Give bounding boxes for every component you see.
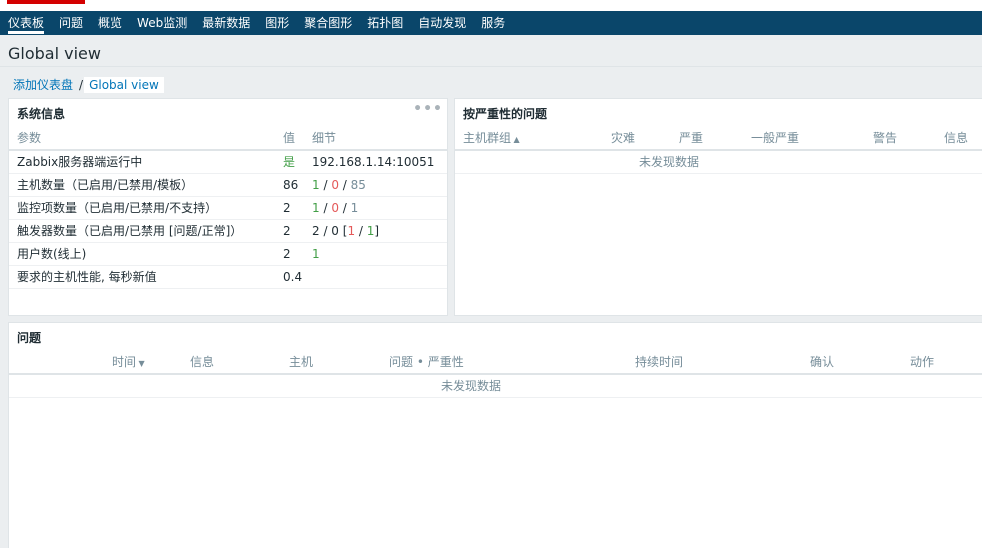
column-header-host: 主机: [289, 349, 389, 375]
row-value: 0.4: [283, 265, 312, 289]
widget-title: 按严重性的问题: [463, 107, 548, 121]
time-sort-label: 时间: [112, 355, 145, 369]
template-count: 85: [350, 177, 366, 192]
online-users-count: 1: [312, 246, 320, 261]
separator: /: [338, 200, 351, 215]
disabled-count: 0: [331, 177, 339, 192]
nav-item-latest-data[interactable]: 最新数据: [202, 11, 250, 35]
nav-item-web[interactable]: Web监测: [137, 11, 187, 35]
column-header-hostgroup[interactable]: 主机群组: [455, 125, 611, 151]
row-detail: 1: [312, 242, 447, 266]
nav-item-screens[interactable]: 聚合图形: [304, 11, 352, 35]
column-header-value: 值: [283, 125, 312, 151]
disabled-count: 0: [331, 200, 339, 215]
table-row: 要求的主机性能, 每秒新值 0.4: [9, 265, 447, 289]
widget-header: 系统信息 •••: [9, 99, 447, 125]
row-detail: [312, 265, 447, 289]
no-data-message: 未发现数据: [455, 150, 982, 174]
breadcrumb-current[interactable]: Global view: [84, 76, 164, 93]
column-header-param: 参数: [9, 125, 283, 151]
trigger-counts: 2 / 0 [: [312, 223, 348, 238]
column-header-problem: 问题 • 严重性: [389, 349, 635, 375]
column-header-info: 信息: [190, 349, 289, 375]
column-header-spacer: [9, 349, 112, 375]
row-param: Zabbix服务器端运行中: [9, 150, 283, 174]
separator: /: [319, 177, 332, 192]
table-row: 未发现数据: [9, 374, 982, 398]
row-param: 要求的主机性能, 每秒新值: [9, 265, 283, 289]
severity-table: 主机群组 灾难 严重 一般严重 警告 信息 未发现数据: [455, 125, 982, 174]
widget-title: 问题: [17, 331, 42, 345]
row-detail: 192.168.1.14:10051: [312, 150, 447, 174]
column-header-average: 一般严重: [751, 125, 873, 151]
hostgroup-sort-label: 主机群组: [463, 131, 520, 145]
row-value: 2: [283, 242, 312, 266]
row-detail: 1 / 0 / 85: [312, 173, 447, 197]
nav-item-discovery[interactable]: 自动发现: [418, 11, 466, 35]
widget-title: 系统信息: [17, 107, 66, 121]
row-value: 是: [283, 150, 312, 174]
column-header-detail: 细节: [312, 125, 447, 151]
row-param: 主机数量（已启用/已禁用/模板）: [9, 173, 283, 197]
system-info-table: 参数 值 细节 Zabbix服务器端运行中 是 192.168.1.14:100…: [9, 125, 447, 289]
unsupported-count: 1: [350, 200, 359, 215]
zabbix-logo[interactable]: [7, 0, 85, 4]
table-row: 触发器数量（已启用/已禁用 [问题/正常]） 2 2 / 0 [1 / 1]: [9, 219, 447, 243]
bracket-close: ]: [374, 223, 380, 238]
problems-by-severity-widget: 按严重性的问题 主机群组 灾难 严重 一般严重 警告 信息 未发现数据: [454, 98, 982, 316]
no-data-message: 未发现数据: [9, 374, 982, 398]
row-param: 监控项数量（已启用/已禁用/不支持）: [9, 196, 283, 220]
column-header-disaster: 灾难: [611, 125, 679, 151]
nav-item-overview[interactable]: 概览: [98, 11, 122, 35]
nav-item-dashboard[interactable]: 仪表板: [8, 11, 45, 35]
problems-table: 时间 信息 主机 问题 • 严重性 持续时间 确认 动作 未发现数据: [9, 349, 982, 398]
breadcrumb: 添加仪表盘 / Global view: [8, 76, 164, 93]
column-header-time[interactable]: 时间: [112, 349, 190, 375]
logo-strip: [0, 0, 982, 11]
more-options-icon[interactable]: •••: [413, 101, 443, 117]
row-value: 2: [283, 196, 312, 220]
table-row: Zabbix服务器端运行中 是 192.168.1.14:10051: [9, 150, 447, 174]
column-header-ack: 确认: [810, 349, 910, 375]
nav-item-maps[interactable]: 拓扑图: [367, 11, 403, 35]
table-row: 监控项数量（已启用/已禁用/不支持） 2 1 / 0 / 1: [9, 196, 447, 220]
separator: /: [338, 177, 351, 192]
row-value: 2: [283, 219, 312, 243]
title-bar: Global view: [0, 35, 982, 67]
column-header-warning: 警告: [873, 125, 944, 151]
row-detail: 1 / 0 / 1: [312, 196, 447, 220]
nav-item-graphs[interactable]: 图形: [265, 11, 289, 35]
column-header-actions: 动作: [910, 349, 982, 375]
nav-item-problems[interactable]: 问题: [59, 11, 83, 35]
table-row: 用户数(线上) 2 1: [9, 242, 447, 266]
row-param: 触发器数量（已启用/已禁用 [问题/正常]）: [9, 219, 283, 243]
separator: /: [355, 223, 367, 238]
problems-widget: 问题 时间 信息 主机 问题 • 严重性 持续时间 确认 动作 未发现数据: [8, 322, 982, 548]
row-param: 用户数(线上): [9, 242, 283, 266]
column-header-duration: 持续时间: [635, 349, 810, 375]
row-detail: 2 / 0 [1 / 1]: [312, 219, 447, 243]
table-row: 未发现数据: [455, 150, 982, 174]
widget-header: 问题: [9, 323, 982, 349]
table-row: 主机数量（已启用/已禁用/模板） 86 1 / 0 / 85: [9, 173, 447, 197]
widget-header: 按严重性的问题: [455, 99, 982, 125]
main-nav: 仪表板 问题 概览 Web监测 最新数据 图形 聚合图形 拓扑图 自动发现 服务: [0, 11, 982, 35]
breadcrumb-dashboards-link[interactable]: 添加仪表盘: [8, 76, 78, 93]
page-title: Global view: [8, 44, 101, 63]
problem-count: 1: [347, 223, 356, 238]
row-value: 86: [283, 173, 312, 197]
system-info-widget: 系统信息 ••• 参数 值 细节 Zabbix服务器端运行中 是 192.168…: [8, 98, 448, 316]
column-header-info: 信息: [944, 125, 982, 151]
nav-item-services[interactable]: 服务: [481, 11, 505, 35]
column-header-high: 严重: [679, 125, 751, 151]
separator: /: [319, 200, 332, 215]
enabled-count: 1: [312, 200, 320, 215]
enabled-count: 1: [312, 177, 320, 192]
